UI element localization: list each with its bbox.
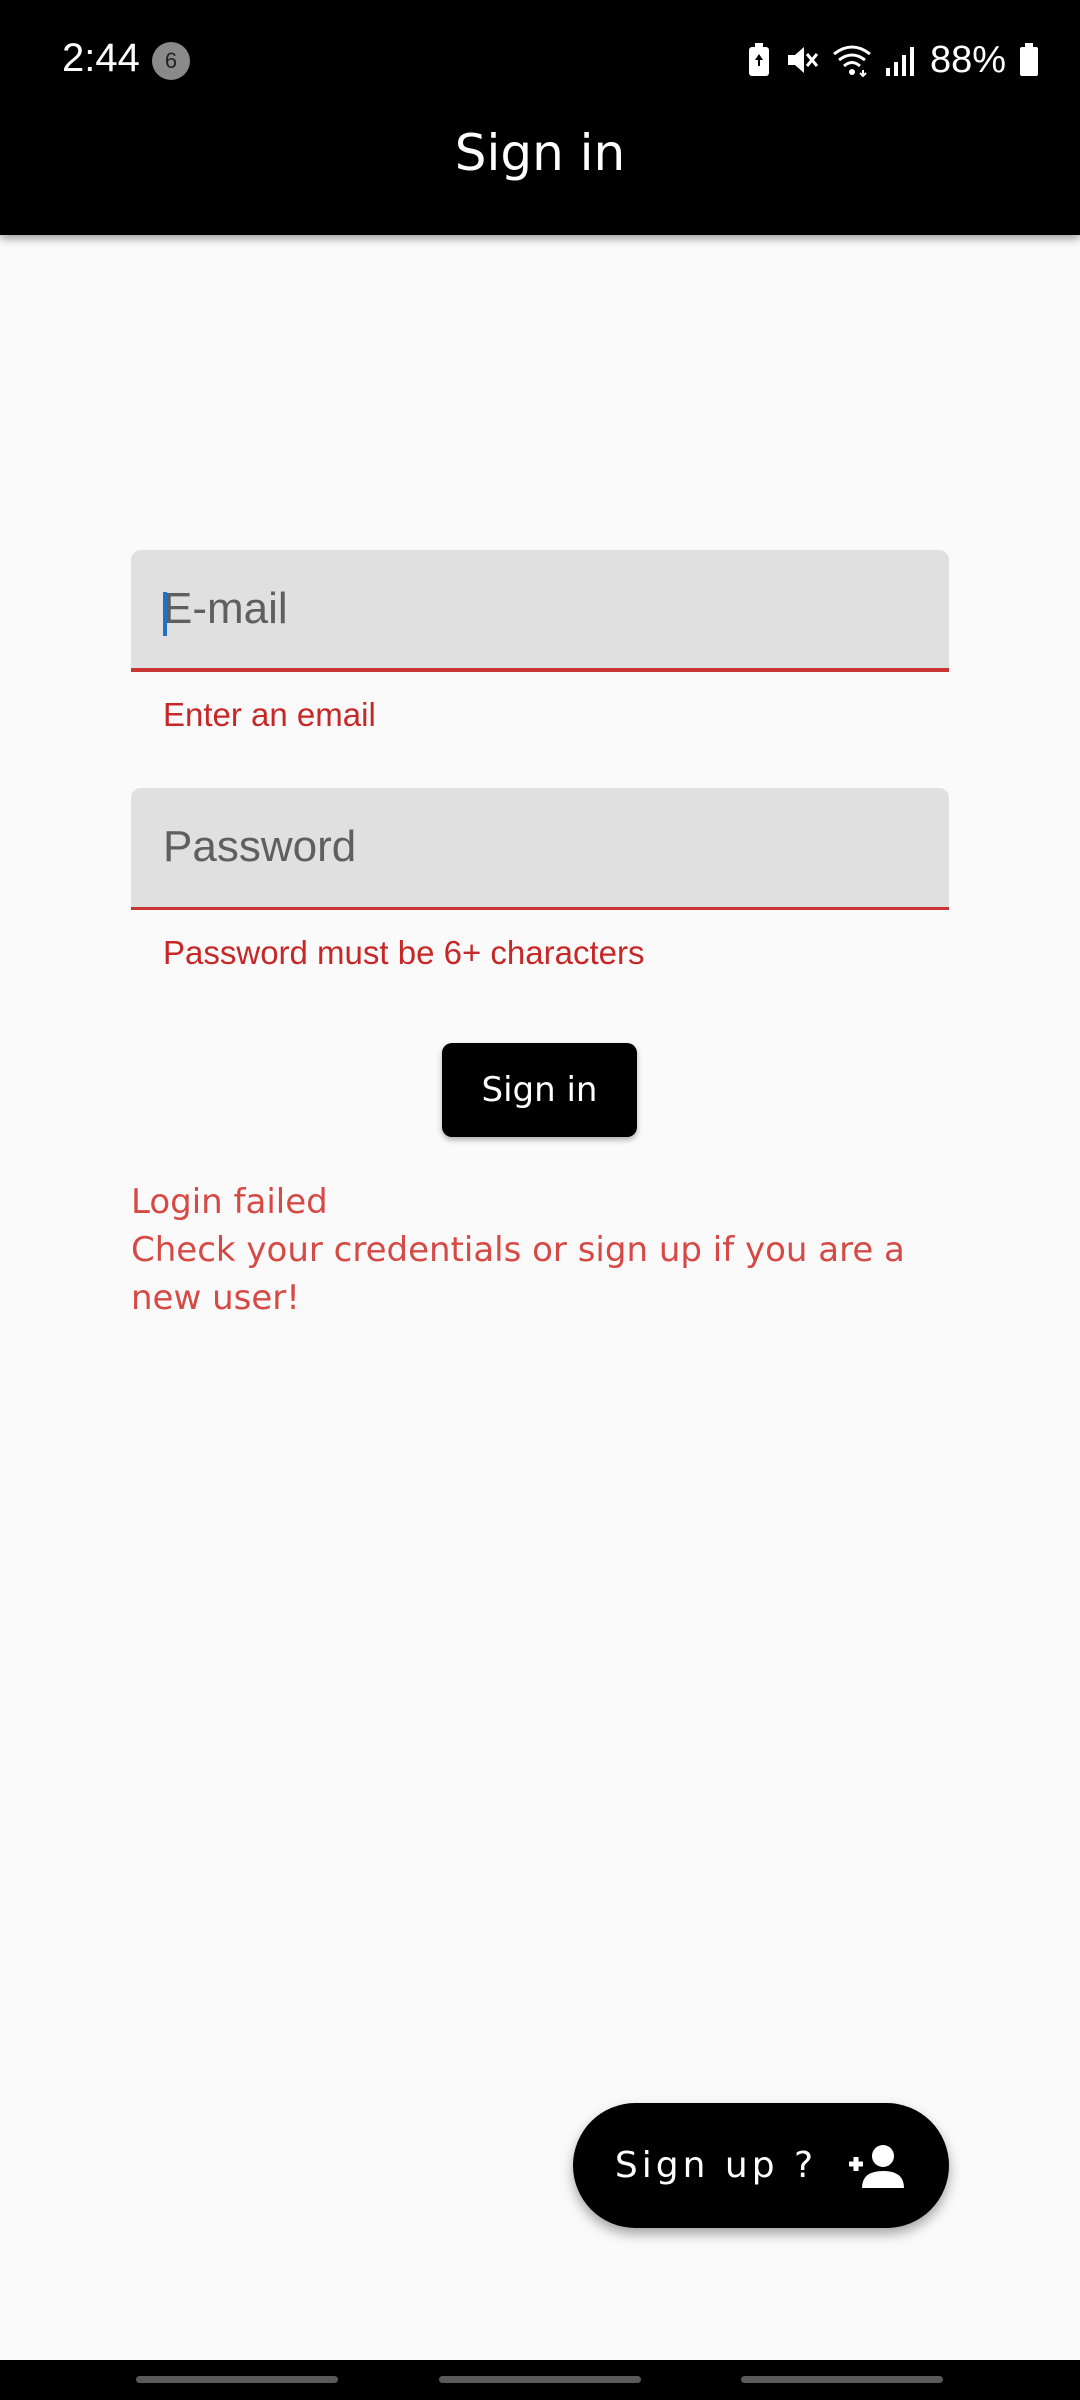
app-bar: Sign in — [0, 120, 1080, 235]
email-field[interactable] — [131, 550, 949, 672]
notification-count-badge: 6 — [152, 42, 190, 80]
login-failed-detail: Check your credentials or sign up if you… — [131, 1230, 905, 1318]
text-cursor — [163, 592, 167, 636]
password-error-text: Password must be 6+ characters — [163, 934, 645, 971]
sign-in-button[interactable]: Sign in — [442, 1043, 637, 1137]
battery-icon — [1020, 43, 1038, 76]
battery-percent: 88% — [929, 38, 1006, 81]
password-input[interactable] — [163, 788, 923, 906]
signal-icon — [885, 47, 914, 76]
sign-up-label: Sign up ? — [614, 2145, 818, 2186]
battery-saver-icon — [748, 43, 769, 76]
wifi-icon — [833, 45, 871, 78]
password-field[interactable] — [131, 788, 949, 910]
login-failed-message: Login failed Check your credentials or s… — [131, 1178, 961, 1322]
email-error-text: Enter an email — [163, 696, 376, 733]
login-failed-title: Login failed — [131, 1182, 328, 1222]
navigation-bar — [0, 2360, 1080, 2400]
mute-icon — [787, 47, 819, 73]
email-input[interactable] — [163, 550, 923, 668]
nav-home-handle[interactable] — [439, 2376, 641, 2383]
status-bar: 2:44 6 88% — [0, 0, 1080, 120]
status-icons: 88% — [746, 36, 1040, 84]
person-add-icon — [849, 2144, 905, 2188]
page-title: Sign in — [454, 124, 626, 182]
nav-recents-handle[interactable] — [136, 2376, 338, 2383]
sign-up-button[interactable]: Sign up ? — [573, 2103, 949, 2228]
status-time: 2:44 — [62, 36, 140, 80]
nav-back-handle[interactable] — [741, 2376, 943, 2383]
